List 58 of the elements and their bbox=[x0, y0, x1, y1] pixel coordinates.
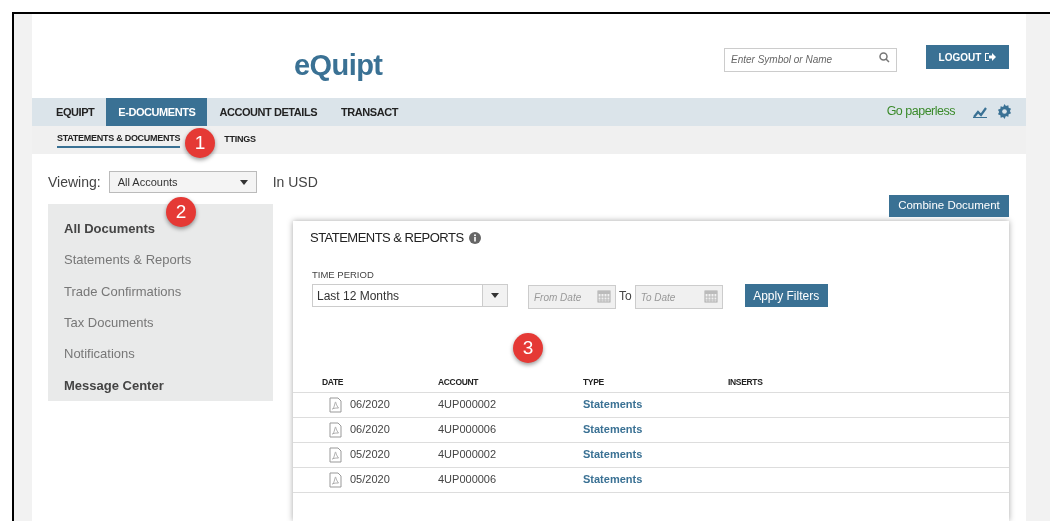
from-date-field[interactable]: From Date bbox=[528, 285, 616, 310]
table-cell-text: 06/2020 bbox=[350, 397, 390, 413]
subnav-link[interactable]: TTINGS bbox=[224, 133, 256, 147]
account-dropdown[interactable]: All Accounts bbox=[108, 171, 257, 193]
table-cell: 4UP000002 bbox=[438, 448, 497, 461]
logout-icon bbox=[984, 52, 997, 62]
step-badge: 3 bbox=[513, 332, 543, 363]
column-header: ACCOUNT bbox=[438, 375, 480, 389]
nav-tab[interactable]: ACCOUNT DETAILS bbox=[207, 97, 330, 126]
step-badge: 2 bbox=[166, 197, 196, 227]
sidebar-item[interactable]: Trade Confirmations bbox=[64, 275, 273, 307]
column-header: TYPE bbox=[583, 375, 605, 389]
apply-filters-button[interactable]: Apply Filters bbox=[744, 284, 828, 308]
nav-tab[interactable]: E-DOCUMENTS bbox=[106, 97, 208, 126]
pdf-file-icon[interactable] bbox=[329, 471, 342, 488]
table-cell: 4UP000006 bbox=[438, 473, 497, 486]
sidebar-item[interactable]: Statements & Reports bbox=[64, 244, 273, 276]
currency-label: In USD bbox=[272, 172, 318, 192]
pdf-file-icon[interactable] bbox=[329, 446, 342, 463]
nav-tab[interactable]: TRANSACT bbox=[329, 97, 411, 126]
chart-icon[interactable] bbox=[973, 105, 987, 118]
table-cell-text: 05/2020 bbox=[350, 472, 390, 488]
search-field[interactable]: Enter Symbol or Name bbox=[724, 47, 897, 72]
to-label: To bbox=[619, 287, 632, 305]
table-cell: 4UP000002 bbox=[438, 398, 497, 411]
pdf-file-icon[interactable] bbox=[329, 396, 342, 413]
logo: eQuipt bbox=[294, 48, 383, 83]
calendar-icon[interactable] bbox=[703, 288, 718, 303]
nav-tab[interactable]: EQUIPT bbox=[44, 97, 107, 126]
paperless-link[interactable]: Go paperless bbox=[886, 102, 955, 122]
caret-icon bbox=[491, 293, 499, 299]
sidebar-item[interactable]: Message Center bbox=[64, 369, 273, 401]
combine-document-button[interactable]: Combine Document bbox=[889, 195, 1009, 217]
panel-title: STATEMENTS & REPORTS bbox=[310, 229, 464, 247]
table-cell-text: 05/2020 bbox=[350, 447, 390, 463]
pdf-file-icon[interactable] bbox=[329, 421, 342, 438]
caret-icon bbox=[239, 179, 248, 185]
step-badge: 1 bbox=[185, 127, 215, 158]
logout-button[interactable]: LOGOUT bbox=[926, 45, 1009, 69]
sidebar-item[interactable]: Tax Documents bbox=[64, 307, 273, 339]
column-header: DATE bbox=[321, 375, 345, 389]
type-link[interactable]: Statements bbox=[583, 398, 643, 411]
subnav-link[interactable]: STATEMENTS & DOCUMENTS bbox=[57, 132, 181, 148]
sidebar-item[interactable]: Notifications bbox=[64, 338, 273, 370]
info-icon[interactable] bbox=[468, 231, 481, 244]
type-link[interactable]: Statements bbox=[583, 448, 643, 461]
time-period-dropdown[interactable]: Last 12 Months bbox=[312, 284, 508, 308]
type-link[interactable]: Statements bbox=[583, 423, 643, 436]
to-date-field[interactable]: To Date bbox=[634, 285, 723, 310]
viewing-label: Viewing: bbox=[48, 172, 101, 192]
table-cell: 4UP000006 bbox=[438, 423, 497, 436]
column-header: INSERTS bbox=[728, 375, 764, 389]
settings-icon[interactable] bbox=[997, 104, 1012, 120]
type-link[interactable]: Statements bbox=[583, 473, 643, 486]
table-cell-text: 06/2020 bbox=[350, 422, 390, 438]
calendar-icon[interactable] bbox=[597, 288, 611, 303]
time-period-label: TIME PERIOD bbox=[312, 267, 375, 282]
search-icon[interactable] bbox=[879, 52, 890, 63]
